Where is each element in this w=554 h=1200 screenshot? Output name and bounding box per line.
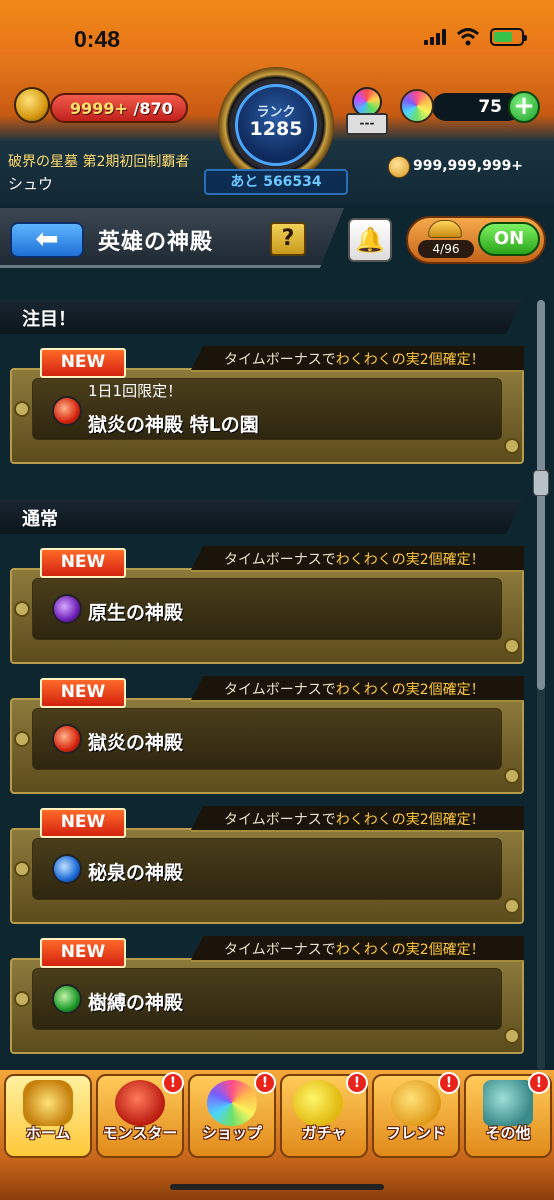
card-title: 獄炎の神殿 (88, 732, 184, 754)
bolt-icon (504, 638, 520, 654)
card-title: 獄炎の神殿 特Lの園 (88, 414, 259, 436)
other-icon (483, 1080, 533, 1126)
quest-card[interactable]: タイムボーナスでわくわくの実2個確定！ NEW 1日1回限定！ 獄炎の神殿 特L… (10, 346, 524, 464)
bolt-icon (504, 438, 520, 454)
stamina-current: 9999+ (70, 99, 128, 118)
tab-home-label: ホーム (25, 1124, 71, 1142)
time-bonus-text: タイムボーナスでわくわくの実2個確定！ (224, 352, 485, 368)
toggle-on-button[interactable]: ON (478, 222, 540, 256)
scroll-handle[interactable] (533, 470, 549, 496)
quest-card[interactable]: タイムボーナスでわくわくの実2個確定！ NEW 獄炎の神殿 (10, 676, 524, 794)
quest-card[interactable]: タイムボーナスでわくわくの実2個確定！ NEW 原生の神殿 (10, 546, 524, 664)
buy-orb-button[interactable]: + (508, 91, 540, 123)
new-badge: NEW (40, 678, 126, 708)
player-header: 9999+ /870 ランク 1285 あと 566534 --- 75 + 破… (0, 55, 554, 205)
bell-icon[interactable]: 🔔 (348, 218, 392, 262)
bolt-icon (14, 991, 30, 1007)
monster-icon (115, 1080, 165, 1126)
page-title: 英雄の神殿 (98, 230, 214, 255)
bolt-icon (14, 731, 30, 747)
bolt-icon (504, 768, 520, 784)
fire-element-icon (52, 396, 82, 426)
quest-card[interactable]: タイムボーナスでわくわくの実2個確定！ NEW 樹縛の神殿 (10, 936, 524, 1054)
shop-orb-icon (207, 1080, 257, 1126)
clock: 0:48 (74, 26, 121, 52)
wifi-icon (456, 28, 480, 46)
fruit-count: 4/96 (418, 240, 474, 258)
fire-element-icon (52, 724, 82, 754)
quest-card[interactable]: タイムボーナスでわくわくの実2個確定！ NEW 秘泉の神殿 (10, 806, 524, 924)
home-indicator[interactable] (170, 1184, 384, 1190)
section-label: 通常 (22, 509, 58, 530)
section-label: 注目！ (22, 309, 76, 330)
back-button[interactable]: ⬅ (10, 222, 84, 258)
wood-element-icon (52, 984, 82, 1014)
section-header-normal: 通常 (0, 500, 522, 534)
status-icons (424, 28, 527, 46)
time-bonus-text: タイムボーナスでわくわくの実2個確定！ (224, 942, 485, 958)
bolt-icon (504, 1028, 520, 1044)
new-badge: NEW (40, 938, 126, 968)
stamina-value: 9999+ /870 (70, 99, 173, 118)
bolt-icon (14, 861, 30, 877)
coin-icon (388, 156, 410, 178)
orb-slot-value: --- (346, 113, 388, 135)
card-title: 樹縛の神殿 (88, 992, 184, 1014)
tab-friend-label: フレンド (385, 1124, 446, 1142)
tab-monster-label: モンスター (102, 1124, 178, 1142)
signal-icon (424, 29, 446, 45)
gacha-icon (293, 1080, 343, 1126)
orb-count: 75 (478, 97, 502, 117)
status-bar: 0:48 (0, 0, 554, 55)
fruit-icon (428, 220, 462, 238)
battery-icon (490, 28, 527, 46)
help-button[interactable]: ? (270, 222, 306, 256)
new-badge: NEW (40, 348, 126, 378)
card-subtitle: 1日1回限定！ (88, 382, 183, 400)
card-title: 原生の神殿 (88, 602, 184, 624)
bolt-icon (14, 401, 30, 417)
stamina-icon (14, 87, 50, 123)
notification-badge: ! (528, 1072, 550, 1094)
home-icon (23, 1080, 73, 1126)
time-bonus-text: タイムボーナスでわくわくの実2個確定！ (224, 552, 485, 568)
tab-shop-label: ショップ (201, 1124, 262, 1142)
notification-badge: ! (254, 1072, 276, 1094)
notification-badge: ! (438, 1072, 460, 1094)
stamina-max: /870 (133, 99, 173, 118)
coin-value: 999,999,999+ (413, 158, 524, 174)
time-bonus-text: タイムボーナスでわくわくの実2個確定！ (224, 682, 485, 698)
time-bonus-text: タイムボーナスでわくわくの実2個確定！ (224, 812, 485, 828)
new-badge: NEW (40, 808, 126, 838)
tab-other-label: その他 (485, 1124, 531, 1142)
player-title: 破界の星墓 第2期初回制覇者 (8, 154, 190, 170)
bolt-icon (504, 898, 520, 914)
tab-gacha-label: ガチャ (301, 1124, 347, 1142)
bolt-icon (14, 601, 30, 617)
player-name: シュウ (8, 175, 54, 193)
dark-element-icon (52, 594, 82, 624)
new-badge: NEW (40, 548, 126, 578)
water-element-icon (52, 854, 82, 884)
next-rank-exp: あと 566534 (204, 169, 348, 195)
friend-icon (391, 1080, 441, 1126)
section-header-featured: 注目！ (0, 300, 522, 334)
notification-badge: ! (346, 1072, 368, 1094)
orb-icon (400, 89, 434, 123)
card-title: 秘泉の神殿 (88, 862, 184, 884)
rank-value: 1285 (249, 118, 303, 140)
notification-badge: ! (162, 1072, 184, 1094)
